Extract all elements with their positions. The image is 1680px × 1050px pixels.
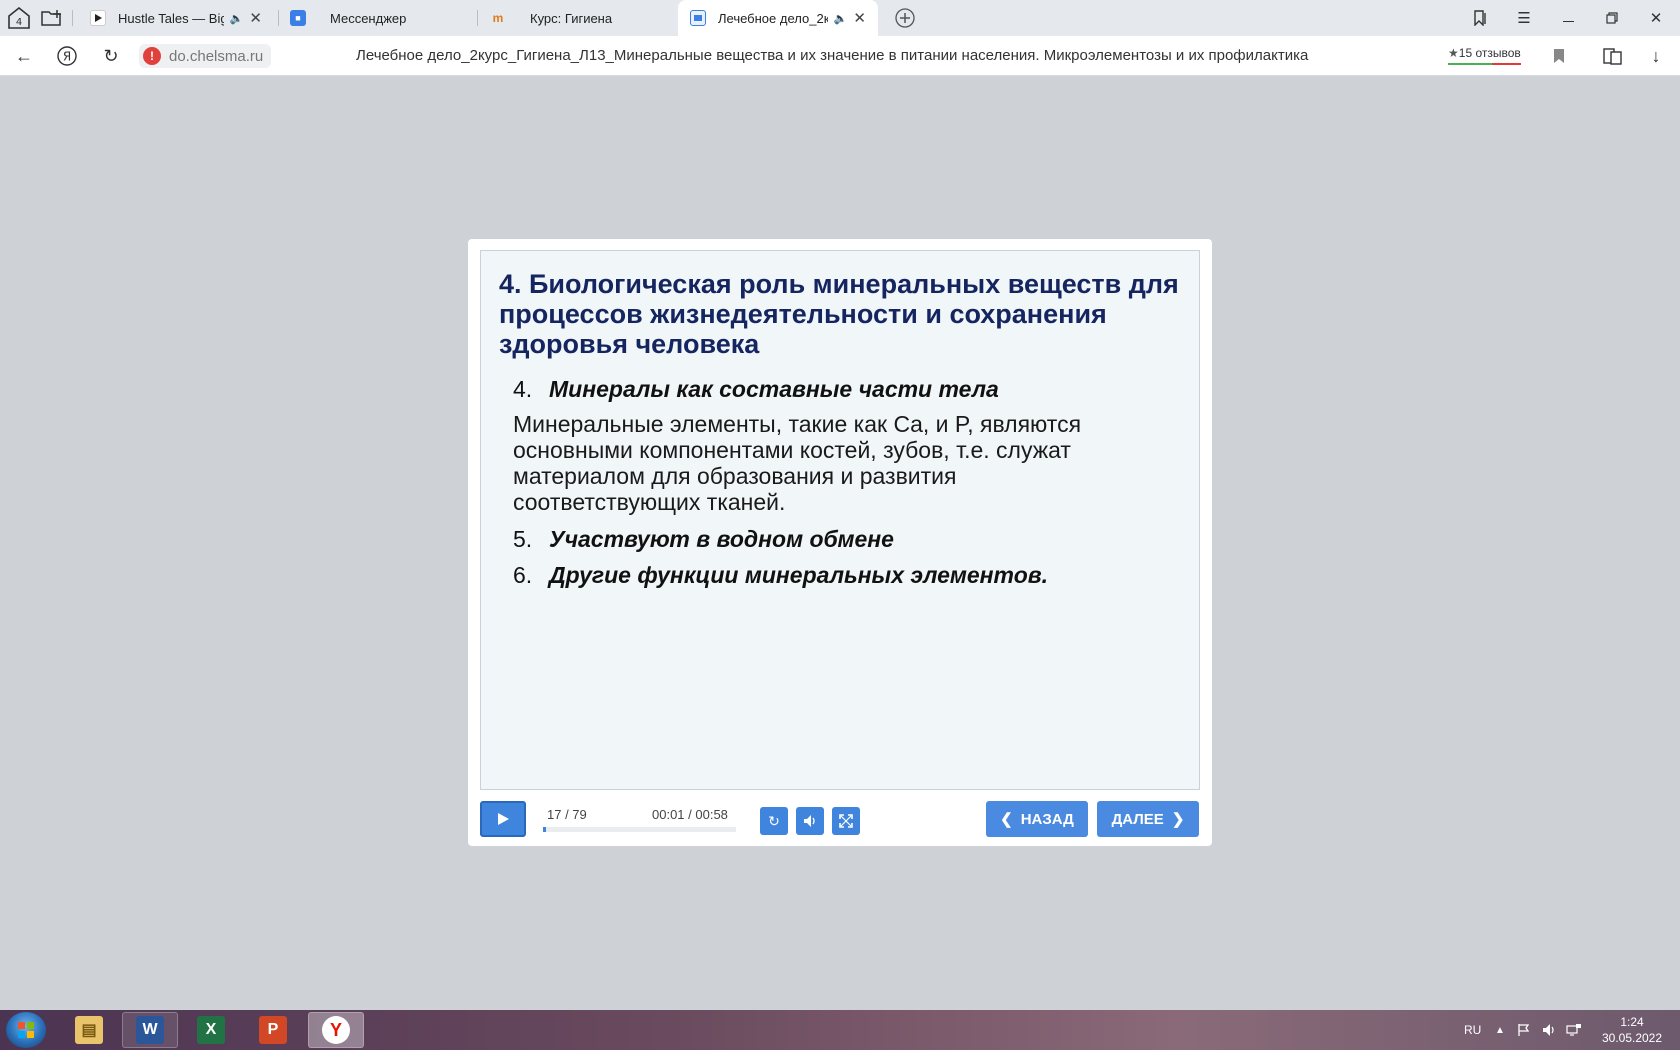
svg-text:Я: Я [63,50,71,64]
folder-icon: ▤ [75,1016,103,1044]
play-button[interactable] [480,801,526,837]
yandex-browser-icon: Y [322,1016,350,1044]
tab-strip: 4 Hustle Tales — Big Ba 🔈 ✕ ■ Мессенджер… [0,0,1680,36]
list-item: 4. Минералы как составные части тела [513,376,999,402]
progress-track[interactable] [543,827,736,832]
powerpoint-icon: P [259,1016,287,1044]
home-icon: 4 [8,7,30,29]
bookmarks-icon [1474,10,1486,26]
tab-messenger[interactable]: ■ Мессенджер [278,0,474,36]
bookmark-button[interactable] [1545,42,1573,70]
chevron-left-icon: ❮ [1000,811,1013,828]
tab-course-hygiene[interactable]: m Курс: Гигиена [478,0,674,36]
address-bar: ← Я ↻ ! do.chelsma.ru Лечебное дело_2кур… [0,36,1680,76]
tray-expand-icon[interactable]: ▲ [1495,1010,1505,1050]
presentation-icon [690,10,706,26]
slide-counter: 17 / 79 [547,807,587,822]
arrow-left-icon: ← [15,45,33,66]
windows-logo-icon [18,1022,34,1038]
folder-plus-icon [41,10,61,26]
list-item: 6. Другие функции минеральных элементов. [513,562,1049,588]
downloads-button[interactable]: ↓ [1642,42,1670,70]
fullscreen-button[interactable] [832,807,860,835]
chevron-right-icon: ❯ [1171,811,1185,828]
system-clock[interactable]: 1:24 30.05.2022 [1590,1014,1674,1046]
word-icon: W [136,1016,164,1044]
svg-text:4: 4 [16,17,22,28]
taskbar-excel[interactable]: X [183,1012,239,1048]
hamburger-icon: ☰ [1517,10,1531,27]
taskbar-word[interactable]: W [122,1012,178,1048]
slide-title: 4. Биологическая роль минеральных вещест… [499,269,1179,359]
presentation-player: 4. Биологическая роль минеральных вещест… [468,239,1212,846]
address-page-title[interactable]: Лечебное дело_2курс_Гигиена_Л13_Минераль… [356,47,1308,64]
minimize-button[interactable] [1546,0,1590,36]
tab-separator [72,10,73,26]
menu-button[interactable]: ☰ [1502,0,1546,36]
taskbar-yandex-browser[interactable]: Y [308,1012,364,1048]
speaker-icon[interactable]: 🔈 [230,12,244,25]
slide-paragraph: Минеральные элементы, такие как Ca, и P,… [513,411,1082,515]
replay-button[interactable]: ↻ [760,807,788,835]
replay-icon: ↻ [768,812,780,829]
yandex-logo-icon: Я [57,46,77,66]
excel-icon: X [197,1016,225,1044]
bookmarks-panel-button[interactable] [1458,0,1502,36]
close-window-button[interactable]: ✕ [1634,0,1678,36]
back-slide-button[interactable]: ❮ НАЗАД [986,801,1088,837]
time-display: 00:01 / 00:58 [652,807,728,822]
reload-icon: ↻ [103,45,119,66]
close-icon[interactable]: ✕ [249,9,262,27]
close-icon: ✕ [1649,10,1663,27]
slide-canvas: 4. Биологическая роль минеральных вещест… [480,250,1200,790]
taskbar: ▤ W X P Y RU ▲ 1:24 30.05.2022 [0,1010,1680,1050]
tab-hustle-tales[interactable]: Hustle Tales — Big Ba 🔈 ✕ [78,0,274,36]
plus-icon [895,8,915,28]
volume-button[interactable] [796,807,824,835]
taskbar-powerpoint[interactable]: P [245,1012,301,1048]
reader-icon [1603,48,1622,65]
chat-bubble-icon: ■ [290,10,306,26]
reload-button[interactable]: ↻ [97,42,125,70]
restore-icon [1606,12,1618,24]
new-tab-button[interactable] [891,4,919,32]
speaker-icon[interactable]: 🔈 [834,12,848,25]
star-icon: ★ [1448,46,1459,60]
language-indicator[interactable]: RU [1464,1010,1481,1050]
yandex-button[interactable]: Я [53,42,81,70]
tab-lecture-active[interactable]: Лечебное дело_2кур 🔈 ✕ [678,0,878,36]
network-icon[interactable] [1566,1010,1582,1050]
progress-fill [543,827,547,832]
warning-icon: ! [143,47,161,65]
reviews-badge[interactable]: ★15 отзывов [1448,46,1521,65]
back-button[interactable]: ← [10,42,38,70]
close-icon[interactable]: ✕ [853,9,866,27]
moodle-icon: m [492,11,504,25]
minimize-icon [1562,20,1574,22]
player-controls: 17 / 79 00:01 / 00:58 ↻ ❮ НАЗАД ДАЛЕЕ ❯ [468,799,1212,846]
list-item: 5. Участвуют в водном обмене [513,526,894,552]
taskbar-explorer[interactable]: ▤ [61,1012,117,1048]
site-domain: do.chelsma.ru [169,47,264,65]
volume-icon [804,815,815,827]
fullscreen-icon [839,814,853,828]
play-favicon-icon [90,10,106,26]
site-info-chip[interactable]: ! do.chelsma.ru [139,44,272,68]
bookmark-icon [1554,49,1564,63]
download-icon: ↓ [1651,45,1661,66]
speaker-icon[interactable] [1542,1010,1556,1050]
flag-icon[interactable] [1517,1010,1531,1050]
play-icon [498,813,509,825]
next-slide-button[interactable]: ДАЛЕЕ ❯ [1097,801,1199,837]
start-button[interactable] [6,1012,46,1048]
tab-counter-button[interactable]: 4 [5,4,33,32]
new-group-button[interactable] [38,4,66,32]
restore-button[interactable] [1590,0,1634,36]
reader-mode-button[interactable] [1599,42,1627,70]
